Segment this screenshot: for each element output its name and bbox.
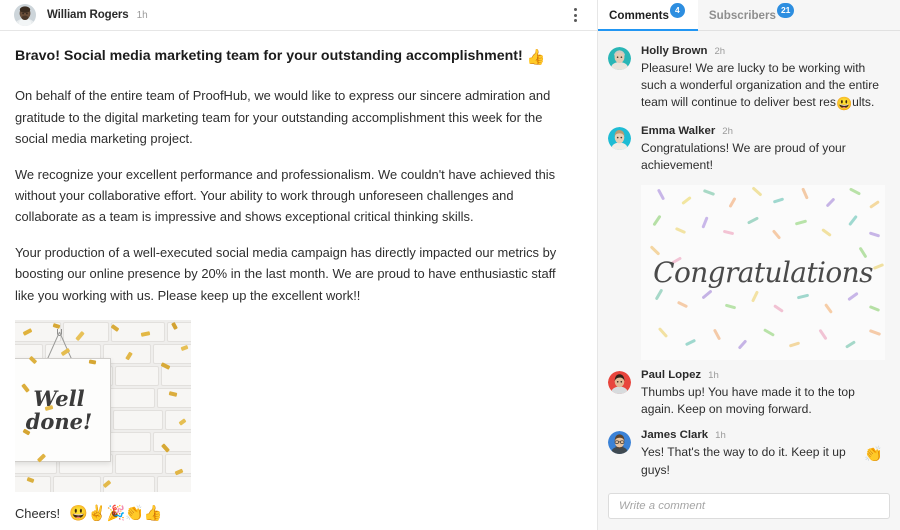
kebab-menu-icon[interactable] [565,4,585,26]
sign-line-1: Well [33,385,85,411]
comments-panel: Comments 4 Subscribers 21 Holly Brown 2h… [597,0,900,530]
comment-header: James Clark 1h [641,429,890,441]
smiley-icon: 😃 [835,96,853,112]
comment-author: James Clark [641,429,709,442]
tab-comments[interactable]: Comments 4 [598,0,698,31]
comment-composer [598,485,900,530]
comment-timestamp: 2h [722,125,733,137]
post-title: Bravo! Social media marketing team for y… [15,47,575,68]
post-author-name: William Rogers [47,9,129,21]
avatar [608,431,631,455]
comment-author: Holly Brown [641,45,708,57]
comment-timestamp: 1h [715,430,726,442]
comment-item[interactable]: Paul Lopez 1h Thumbs up! You have made i… [598,364,900,424]
tab-subscribers-label: Subscribers [708,8,776,22]
avatar [608,371,631,395]
comment-text-main: Yes! That's the way to do it. Keep it up… [641,445,846,477]
post-paragraph-3: Your production of a well-executed socia… [15,244,557,303]
tab-subscribers[interactable]: Subscribers 21 [698,0,807,30]
comment-text: 👏 Yes! That's the way to do it. Keep it u… [641,444,883,478]
comments-list[interactable]: Holly Brown 2h Pleasure! We are lucky to… [598,31,900,485]
comment-body: James Clark 1h 👏 Yes! That's the way to d… [641,429,890,478]
comment-text: Thumbs up! You have made it to the top a… [641,385,855,417]
congratulations-lettering: Congratulations [653,255,873,289]
comment-header: Paul Lopez 1h [641,369,890,381]
comment-attachment-image[interactable]: Congratulations [641,185,885,361]
comment-body: Paul Lopez 1h Thumbs up! You have made i… [641,369,890,418]
tab-comments-label: Comments [609,8,669,22]
avatar [608,47,631,70]
tab-subscribers-badge: 21 [776,2,795,18]
post-detail-screen: William Rogers 1h Bravo! Social media ma… [0,0,900,530]
post-attachment-image[interactable]: Well done! [15,320,191,493]
post-signoff-text: Cheers! [15,505,61,521]
sign-plaque: Well done! [15,358,111,463]
comment-item[interactable]: James Clark 1h 👏 Yes! That's the way to d… [598,424,900,484]
comment-header: Holly Brown 2h [641,45,890,57]
post-header: William Rogers 1h [0,0,597,31]
avatar [608,126,631,150]
sign-line-2: done! [25,409,93,435]
clapping-hands-icon: 👏 [864,446,883,464]
post-paragraph-2: We recognize your excellent performance … [15,166,556,225]
comment-body: Holly Brown 2h Pleasure! We are lucky to… [641,45,890,114]
comment-text: Pleasure! We are lucky to be working wit… [641,60,883,114]
comment-author: Emma Walker [641,124,716,137]
comment-timestamp: 2h [714,46,726,57]
comment-input[interactable] [608,493,890,519]
comment-item[interactable]: Holly Brown 2h Pleasure! We are lucky to… [598,40,900,120]
post-paragraph-1: On behalf of the entire team of ProofHub… [15,88,551,147]
avatar [14,4,36,26]
comment-text: Congratulations! We are proud of your ac… [641,140,846,172]
post-body: Bravo! Social media marketing team for y… [0,31,597,522]
thumbs-up-icon: 👍 [526,49,546,66]
comment-author: Paul Lopez [641,369,702,382]
comment-body: Emma Walker 2h Congratulations! We are p… [641,125,890,174]
post-column: William Rogers 1h Bravo! Social media ma… [0,0,597,530]
comment-header: Emma Walker 2h [641,125,890,137]
hanging-sign: Well done! [15,329,155,463]
comment-timestamp: 1h [708,370,719,382]
post-title-text: Bravo! Social media marketing team for y… [15,48,523,64]
comment-item[interactable]: Emma Walker 2h Congratulations! We are p… [598,120,900,180]
panel-tabs: Comments 4 Subscribers 21 [598,0,900,31]
comment-text-tail: ults. [852,95,875,110]
post-signoff: Cheers! 😃✌️🎉👏👍 [15,504,575,522]
post-timestamp: 1h [136,9,148,21]
celebration-emoji-group: 😃✌️🎉👏👍 [69,505,163,523]
tab-comments-badge: 4 [669,2,685,18]
